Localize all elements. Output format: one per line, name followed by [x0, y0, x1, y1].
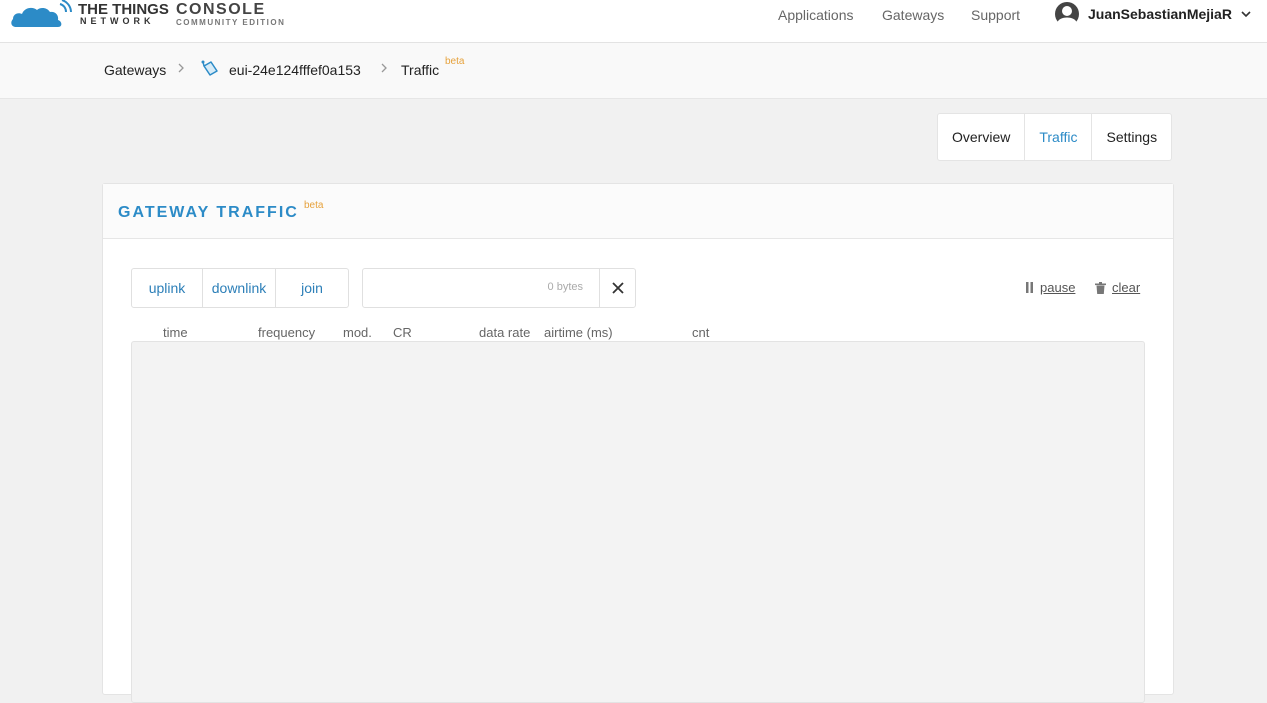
card-title: GATEWAY TRAFFIC	[118, 204, 299, 221]
nav-gateways[interactable]: Gateways	[882, 7, 944, 23]
tab-overview[interactable]: Overview	[938, 114, 1026, 160]
beta-badge: beta	[445, 56, 465, 67]
breadcrumb-gateways[interactable]: Gateways	[104, 62, 166, 78]
trash-icon	[1095, 281, 1106, 294]
breadcrumb: Gateways eui-24e124fffef0a153 Traffic be…	[0, 43, 1267, 99]
username: JuanSebastianMejiaR	[1088, 6, 1232, 22]
pause-icon	[1026, 282, 1033, 293]
filter-downlink-button[interactable]: downlink	[203, 269, 276, 307]
brand-subname: NETWORK	[80, 16, 155, 26]
column-cnt: cnt	[692, 325, 710, 340]
chevron-right-icon	[178, 63, 184, 73]
nav-support[interactable]: Support	[971, 7, 1020, 23]
column-data-rate: data rate	[479, 325, 531, 340]
column-cr: CR	[393, 325, 412, 340]
pause-button[interactable]: pause	[1025, 280, 1075, 295]
breadcrumb-current: Traffic	[401, 62, 440, 78]
filter-join-button[interactable]: join	[276, 269, 348, 307]
top-navbar: THE THINGS NETWORK CONSOLE COMMUNITY EDI…	[0, 0, 1267, 43]
column-time: time	[163, 325, 188, 340]
tab-settings[interactable]: Settings	[1092, 114, 1171, 160]
filter-uplink-button[interactable]: uplink	[132, 269, 203, 307]
traffic-filter-group: uplink downlink join	[131, 268, 349, 308]
chevron-right-icon	[381, 63, 387, 73]
tab-traffic[interactable]: Traffic	[1025, 114, 1093, 160]
card-header: GATEWAY TRAFFIC beta	[103, 184, 1173, 239]
user-menu[interactable]: JuanSebastianMejiaR	[1055, 2, 1252, 26]
user-avatar-icon	[1055, 2, 1079, 26]
column-frequency: frequency	[258, 325, 316, 340]
pause-label: pause	[1040, 280, 1076, 295]
chevron-down-icon	[1241, 11, 1251, 18]
close-icon	[612, 282, 624, 294]
console-title: CONSOLE	[176, 1, 266, 18]
ttn-cloud-logo-icon[interactable]	[10, 0, 72, 28]
gateway-tabs: Overview Traffic Settings	[937, 113, 1173, 161]
breadcrumb-gateway-id[interactable]: eui-24e124fffef0a153	[229, 62, 361, 78]
gateway-icon	[201, 60, 218, 76]
column-mod: mod.	[343, 325, 372, 340]
traffic-search	[362, 268, 636, 308]
clear-button[interactable]: clear	[1095, 280, 1140, 295]
clear-label: clear	[1112, 280, 1141, 295]
traffic-search-input[interactable]	[363, 269, 593, 305]
column-airtime: airtime (ms)	[544, 325, 613, 340]
traffic-list[interactable]	[131, 341, 1145, 703]
clear-search-button[interactable]	[599, 269, 636, 307]
nav-applications[interactable]: Applications	[778, 7, 854, 23]
gateway-traffic-card: GATEWAY TRAFFIC beta uplink downlink joi…	[102, 183, 1174, 703]
console-edition: COMMUNITY EDITION	[176, 18, 286, 27]
beta-badge: beta	[304, 200, 324, 211]
